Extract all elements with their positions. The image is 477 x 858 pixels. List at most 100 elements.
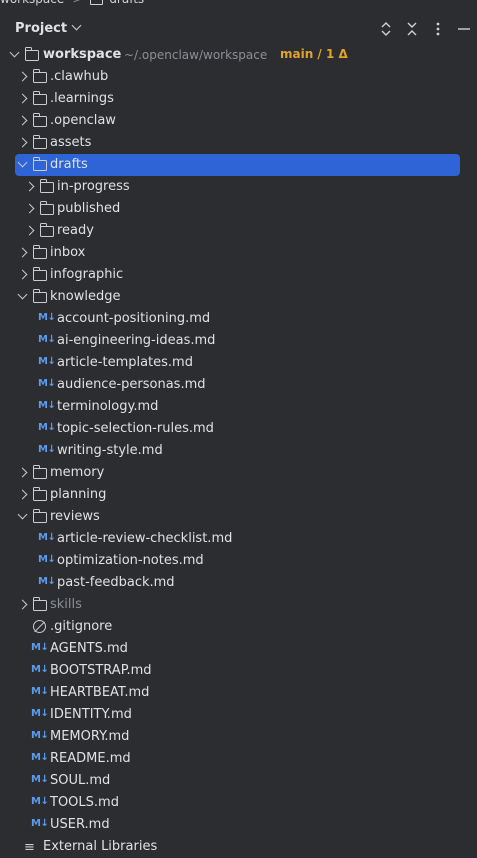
tree-folder-planning[interactable]: planning	[0, 484, 477, 506]
tree-file-user-md[interactable]: M↓ USER.md	[0, 814, 477, 836]
tree-folder-ready[interactable]: ready	[0, 220, 477, 242]
chevron-up-down-icon[interactable]	[376, 19, 396, 39]
markdown-file-icon: M↓	[31, 752, 49, 763]
tree-item-label: BOOTSTRAP.md	[50, 663, 152, 678]
tree-file-account-positioning-md[interactable]: M↓ account-positioning.md	[0, 308, 477, 330]
tree-item-label: IDENTITY.md	[50, 707, 132, 722]
chevron-down-icon[interactable]	[17, 289, 28, 300]
chevron-right-icon[interactable]	[17, 599, 28, 610]
tree-file-external-libraries[interactable]: ≡ External Libraries	[0, 836, 477, 858]
tree-folder-memory[interactable]: memory	[0, 462, 477, 484]
tree-file-past-feedback-md[interactable]: M↓ past-feedback.md	[0, 572, 477, 594]
tree-folder-in-progress[interactable]: in-progress	[0, 176, 477, 198]
markdown-file-icon: M↓	[38, 576, 56, 587]
tree-item-label: infographic	[50, 267, 124, 282]
tree-file-readme-md[interactable]: M↓ README.md	[0, 748, 477, 770]
project-panel-header: Project	[0, 17, 477, 41]
markdown-file-icon: M↓	[38, 554, 56, 565]
chevron-right-icon[interactable]	[24, 225, 35, 236]
tree-item-label: .clawhub	[50, 69, 109, 84]
markdown-file-icon: M↓	[38, 444, 56, 455]
tree-file-topic-selection-rules-md[interactable]: M↓ topic-selection-rules.md	[0, 418, 477, 440]
tree-file-bootstrap-md[interactable]: M↓ BOOTSTRAP.md	[0, 660, 477, 682]
markdown-file-icon: M↓	[38, 400, 56, 411]
tree-item-label: writing-style.md	[57, 443, 163, 458]
chevron-right-icon[interactable]	[24, 203, 35, 214]
chevron-right-icon[interactable]	[17, 115, 28, 126]
tree-folder-clawhub[interactable]: .clawhub	[0, 66, 477, 88]
breadcrumb: workspace > drafts	[0, 0, 144, 6]
tree-folder-knowledge[interactable]: knowledge	[0, 286, 477, 308]
tree-file-memory-md[interactable]: M↓ MEMORY.md	[0, 726, 477, 748]
more-options-icon[interactable]	[428, 19, 448, 39]
tree-file-optimization-notes-md[interactable]: M↓ optimization-notes.md	[0, 550, 477, 572]
tree-item-label: terminology.md	[57, 399, 159, 414]
chevron-right-icon[interactable]	[24, 181, 35, 192]
chevron-right-icon[interactable]	[17, 467, 28, 478]
tree-file-writing-style-md[interactable]: M↓ writing-style.md	[0, 440, 477, 462]
chevron-down-icon[interactable]	[9, 47, 20, 58]
tree-item-label: past-feedback.md	[57, 575, 175, 590]
minimize-icon[interactable]	[454, 19, 474, 39]
tree-root-workspace[interactable]: workspace ~/.openclaw/workspace main / 1…	[0, 44, 477, 66]
tree-folder-reviews[interactable]: reviews	[0, 506, 477, 528]
collapse-all-icon[interactable]	[402, 19, 422, 39]
project-view-selector[interactable]: Project	[15, 20, 82, 36]
folder-icon	[32, 113, 47, 127]
breadcrumb-item-drafts[interactable]: drafts	[109, 0, 144, 6]
tree-item-label: memory	[50, 465, 105, 480]
folder-icon	[32, 267, 47, 281]
git-branch-status: main / 1 Δ	[280, 47, 348, 61]
tree-item-label: TOOLS.md	[50, 795, 119, 810]
tree-file-audience-personas-md[interactable]: M↓ audience-personas.md	[0, 374, 477, 396]
tree-file-article-review-checklist-md[interactable]: M↓ article-review-checklist.md	[0, 528, 477, 550]
tree-folder-drafts[interactable]: drafts	[0, 154, 477, 176]
folder-icon	[32, 465, 47, 479]
tree-item-label: MEMORY.md	[50, 729, 130, 744]
tree-file-gitignore[interactable]: .gitignore	[0, 616, 477, 638]
chevron-right-icon[interactable]	[17, 71, 28, 82]
folder-icon	[32, 487, 47, 501]
markdown-file-icon: M↓	[31, 642, 49, 653]
tree-item-label: USER.md	[50, 817, 110, 832]
breadcrumb-item-workspace[interactable]: workspace	[0, 0, 64, 6]
tree-folder-published[interactable]: published	[0, 198, 477, 220]
tree-file-heartbeat-md[interactable]: M↓ HEARTBEAT.md	[0, 682, 477, 704]
tree-folder-openclaw[interactable]: .openclaw	[0, 110, 477, 132]
tree-item-label: assets	[50, 135, 92, 150]
tree-item-label: account-positioning.md	[57, 311, 211, 326]
tree-folder-inbox[interactable]: inbox	[0, 242, 477, 264]
tree-item-label: ai-engineering-ideas.md	[57, 333, 216, 348]
folder-icon	[90, 0, 104, 5]
chevron-down-icon[interactable]	[17, 509, 28, 520]
tree-file-article-templates-md[interactable]: M↓ article-templates.md	[0, 352, 477, 374]
panel-title: Project	[15, 21, 68, 36]
tree-item-label: audience-personas.md	[57, 377, 206, 392]
root-path: ~/.openclaw/workspace	[124, 48, 268, 62]
chevron-right-icon[interactable]	[17, 247, 28, 258]
folder-icon	[32, 509, 47, 523]
tree-file-tools-md[interactable]: M↓ TOOLS.md	[0, 792, 477, 814]
tree-item-label: published	[57, 201, 121, 216]
tree-item-label: HEARTBEAT.md	[50, 685, 150, 700]
markdown-file-icon: M↓	[31, 708, 49, 719]
tree-file-terminology-md[interactable]: M↓ terminology.md	[0, 396, 477, 418]
tree-item-label: optimization-notes.md	[57, 553, 204, 568]
folder-icon	[32, 135, 47, 149]
tree-item-label: .openclaw	[50, 113, 116, 128]
tree-folder-skills[interactable]: skills	[0, 594, 477, 616]
folder-icon	[32, 69, 47, 83]
tree-file-soul-md[interactable]: M↓ SOUL.md	[0, 770, 477, 792]
tree-item-label: .learnings	[50, 91, 114, 106]
chevron-right-icon[interactable]	[17, 93, 28, 104]
chevron-right-icon[interactable]	[17, 269, 28, 280]
tree-folder-learnings[interactable]: .learnings	[0, 88, 477, 110]
markdown-file-icon: M↓	[31, 774, 49, 785]
chevron-right-icon[interactable]	[17, 489, 28, 500]
chevron-right-icon[interactable]	[17, 137, 28, 148]
tree-file-identity-md[interactable]: M↓ IDENTITY.md	[0, 704, 477, 726]
tree-file-agents-md[interactable]: M↓ AGENTS.md	[0, 638, 477, 660]
tree-folder-assets[interactable]: assets	[0, 132, 477, 154]
tree-file-ai-engineering-ideas-md[interactable]: M↓ ai-engineering-ideas.md	[0, 330, 477, 352]
tree-folder-infographic[interactable]: infographic	[0, 264, 477, 286]
